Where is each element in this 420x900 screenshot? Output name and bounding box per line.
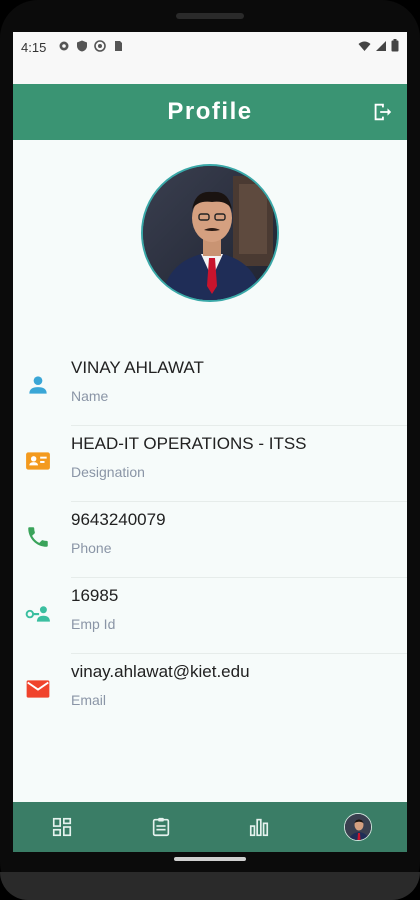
status-bar: 4:15: [13, 32, 407, 84]
nav-profile[interactable]: [338, 807, 378, 847]
phone-value: 9643240079: [71, 510, 166, 529]
field-designation: HEAD-IT OPERATIONS - ITSS Designation: [13, 426, 407, 502]
key-person-icon: [25, 600, 51, 626]
wifi-icon: [358, 39, 371, 57]
nav-reports[interactable]: [239, 807, 279, 847]
emp-id-label: Emp Id: [71, 616, 116, 632]
person-icon: [25, 372, 51, 398]
device-chin: [0, 872, 420, 900]
phone-icon: [25, 524, 51, 550]
profile-details: VINAY AHLAWAT Name HEAD-IT OPERATIONS - …: [13, 350, 407, 730]
home-indicator[interactable]: [174, 857, 246, 861]
bar-chart-icon: [250, 818, 269, 837]
email-value: vinay.ahlawat@kiet.edu: [71, 662, 250, 681]
screen: 4:15 Profile VINAY AHLAWAT Name HEAD-IT …: [13, 32, 407, 852]
profile-avatar: [343, 813, 372, 841]
logout-icon: [374, 103, 392, 121]
at-icon: [94, 39, 106, 52]
field-phone: 9643240079 Phone: [13, 502, 407, 578]
nav-assignment[interactable]: [141, 807, 181, 847]
name-label: Name: [71, 388, 109, 404]
badge-icon: [25, 448, 51, 474]
designation-label: Designation: [71, 464, 145, 480]
emp-id-value: 16985: [71, 586, 119, 605]
status-icons-right: [358, 39, 399, 57]
profile-avatar: [141, 164, 279, 302]
assignment-icon: [152, 817, 169, 837]
designation-value: HEAD-IT OPERATIONS - ITSS: [71, 434, 307, 453]
name-value: VINAY AHLAWAT: [71, 358, 204, 377]
bottom-nav: [13, 802, 407, 852]
field-name: VINAY AHLAWAT Name: [13, 350, 407, 426]
phone-label: Phone: [71, 540, 112, 556]
status-time: 4:15: [21, 40, 47, 55]
signal-icon: [375, 39, 387, 57]
profile-photo: [143, 166, 277, 300]
speaker-grille: [176, 13, 244, 19]
field-email: vinay.ahlawat@kiet.edu Email: [13, 654, 407, 730]
mail-icon: [25, 676, 51, 702]
app-bar: Profile: [13, 84, 407, 140]
gear-icon: [58, 39, 70, 51]
sim-icon: [112, 39, 124, 51]
logout-button[interactable]: [371, 101, 393, 123]
email-label: Email: [71, 692, 107, 708]
nav-dashboard[interactable]: [42, 807, 82, 847]
shield-icon: [76, 39, 88, 52]
phone-frame: 4:15 Profile VINAY AHLAWAT Name HEAD-IT …: [0, 0, 420, 900]
page-title: Profile: [167, 98, 253, 125]
field-emp-id: 16985 Emp Id: [13, 578, 407, 654]
status-icons-left: [58, 39, 124, 52]
dashboard-icon: [53, 817, 72, 837]
battery-icon: [391, 39, 399, 57]
